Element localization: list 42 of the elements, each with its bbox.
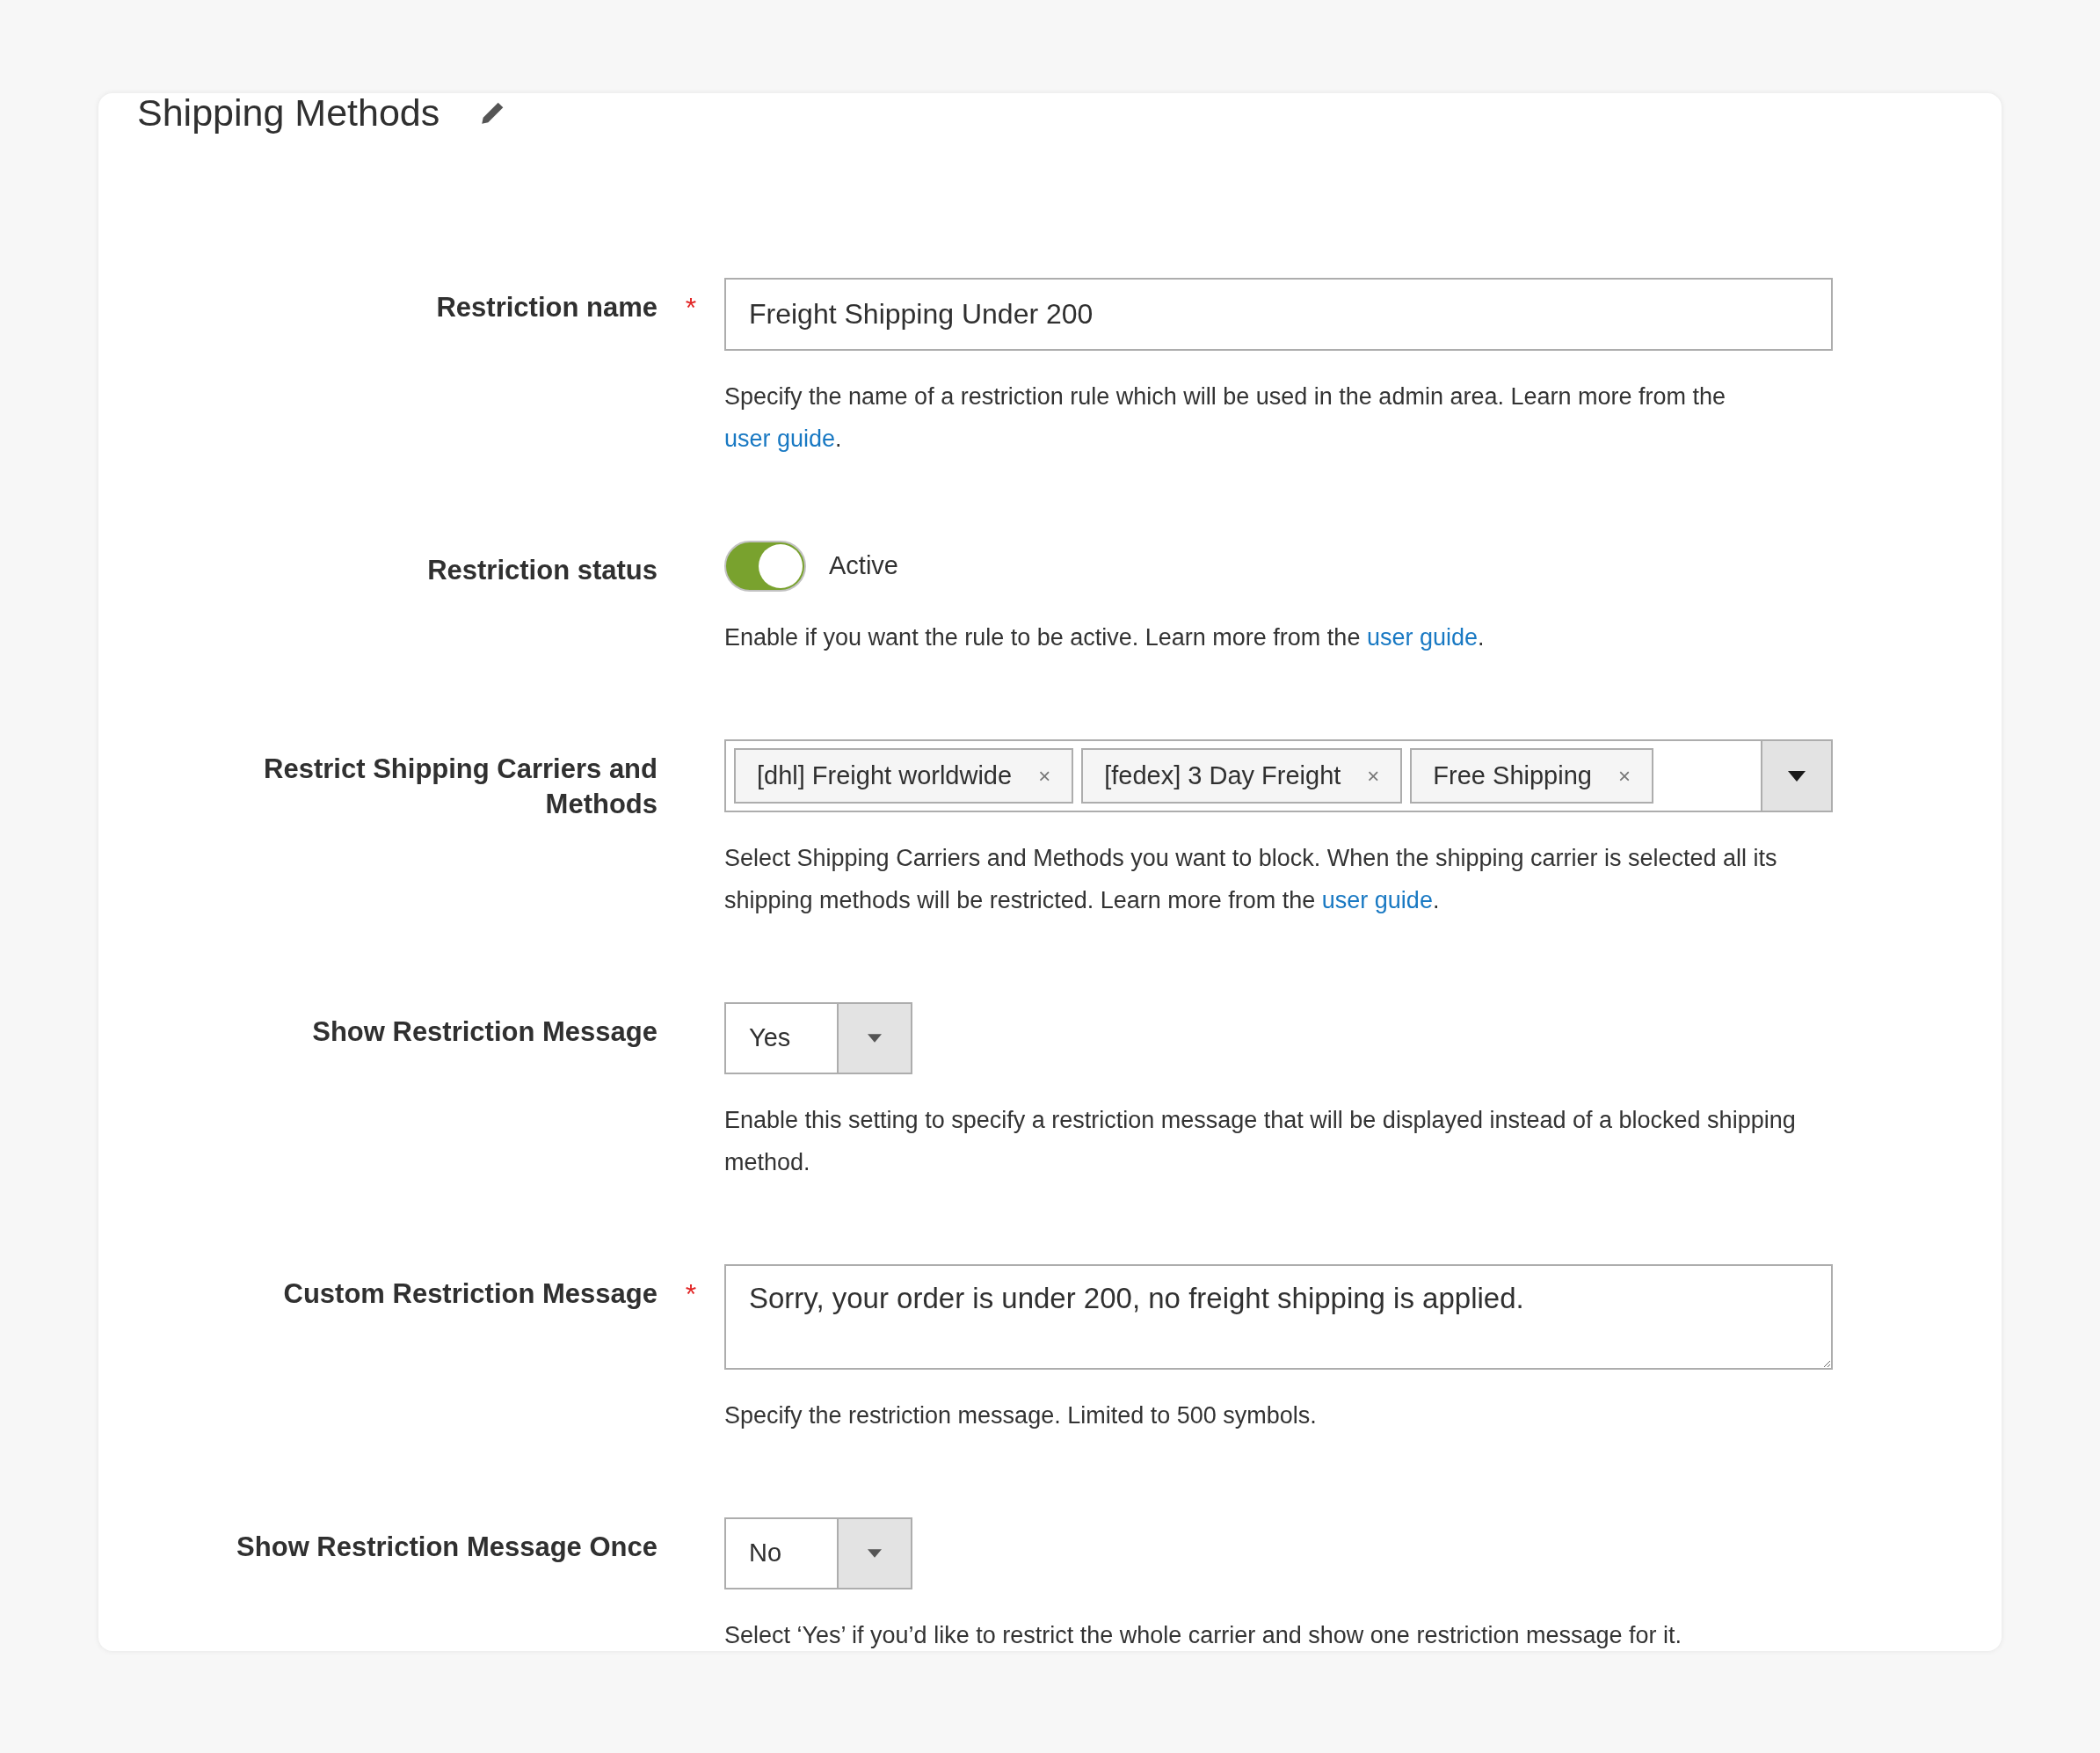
help-text: Specify the name of a restriction rule which will be used in the admin area. Learn more from the user guide. [724,382,1727,454]
field-label: Restriction status [427,554,658,587]
multiselect-field[interactable]: [dhl] Freight worldwide × [fedex] 3 Day Freight × Free Shipping × [724,739,1833,812]
message-field[interactable]: Sorry, your order is under 200, no freight shipping is applied. [724,1264,1833,1370]
tag-text: [fedex] 3 Day Freight [1104,760,1341,791]
section-title: Shipping Methods [137,90,440,135]
help-text: Specify the restriction message. Limited to 500 symbols. [724,1401,1318,1430]
field-label: Restriction name [436,291,658,324]
select-field[interactable]: Yes [724,1002,912,1074]
remove-tag-button[interactable]: × [1367,760,1380,792]
field-label: Restrict Shipping Carriers and Methods [263,753,658,821]
required-asterisk: * [685,1277,697,1312]
select-value: Yes [748,1022,792,1054]
help-text: Select ‘Yes’ if you’d like to restrict the whole carrier and show one restriction message for it. [724,1621,1682,1650]
caret-icon [1788,770,1806,782]
tag-text: [dhl] Freight worldwide [757,760,1013,791]
help-text: Enable if you want the rule to be active. Learn more from the user guide. [724,623,1485,652]
text-field[interactable]: Freight Shipping Under 200 [724,278,1833,351]
dropdown-button[interactable] [1761,741,1831,811]
user-guide-link[interactable]: user guide [724,426,836,452]
dropdown-button[interactable] [837,1004,911,1073]
dropdown-button[interactable] [837,1519,911,1588]
select-field[interactable]: No [724,1517,912,1589]
field-label: Show Restriction Message Once [236,1531,658,1564]
remove-tag-button[interactable]: × [1617,760,1631,792]
help-text: Select Shipping Carriers and Methods you want to block. When the shipping carrier is selected all its shipping methods will be restricted. Learn more from the user guide. [724,844,1778,915]
field-label: Custom Restriction Message [283,1277,658,1311]
period-text: . [835,426,842,452]
status-text: Active [829,550,898,582]
user-guide-link[interactable]: user guide [1321,887,1433,913]
remove-tag-button[interactable]: × [1038,760,1051,792]
period-text: . [1432,887,1440,913]
tag-text: Free Shipping [1433,760,1592,791]
required-asterisk: * [685,291,697,325]
period-text: . [1478,624,1485,651]
caret-icon [868,1034,882,1043]
caret-icon [868,1549,882,1558]
toggle-switch[interactable] [724,541,806,592]
select-value: No [748,1538,783,1569]
field-label: Show Restriction Message [312,1015,658,1049]
user-guide-link[interactable]: user guide [1366,624,1478,651]
help-text: Enable this setting to specify a restriction message that will be displayed instead of a blocked shipping method. [724,1106,1797,1177]
